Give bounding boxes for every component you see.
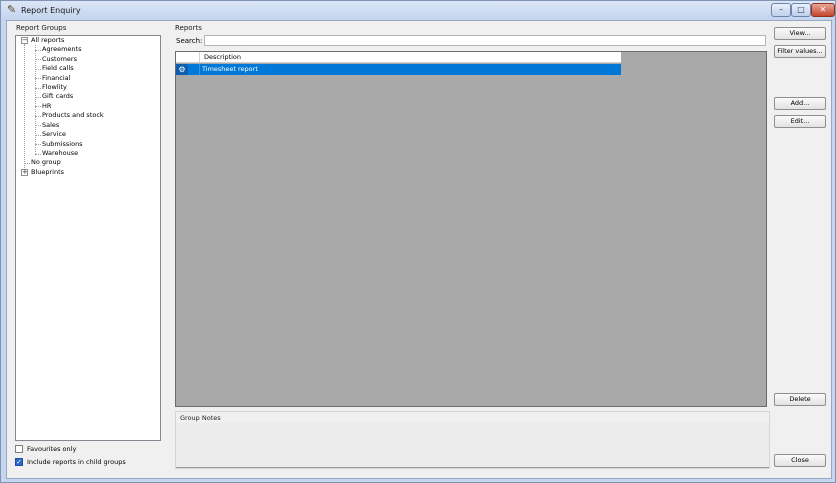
include-child-groups-label: Include reports in child groups — [27, 458, 126, 466]
tree-item-blueprints[interactable]: Blueprints — [31, 168, 64, 177]
tree-connector — [24, 44, 25, 172]
tree-connector — [35, 50, 41, 51]
delete-button[interactable]: Delete — [774, 393, 826, 406]
include-child-groups-checkbox[interactable]: ✓ — [15, 458, 23, 466]
add-button[interactable]: Add... — [774, 97, 826, 110]
table-row[interactable]: ⚙ Timesheet report — [176, 64, 621, 75]
tree-connector — [35, 69, 41, 70]
close-button[interactable]: Close — [774, 454, 826, 467]
favourites-only-label: Favourites only — [27, 445, 77, 453]
tree-item-gift-cards[interactable]: Gift cards — [42, 92, 73, 101]
tree-item-field-calls[interactable]: Field calls — [42, 64, 74, 73]
report-tool-icon: ✎ — [7, 3, 17, 16]
tree-connector — [35, 97, 41, 98]
row-cell[interactable] — [188, 64, 200, 75]
maximize-button[interactable]: □ — [791, 3, 811, 17]
tree-item-no-group[interactable]: No group — [31, 158, 61, 167]
tree-connector — [24, 163, 30, 164]
tree-item-agreements[interactable]: Agreements — [42, 45, 82, 54]
expand-collapse-icon[interactable]: + — [21, 169, 28, 176]
tree-connector — [35, 154, 41, 155]
view-button[interactable]: View... — [774, 27, 826, 40]
tree-item-flowlity[interactable]: Flowlity — [42, 83, 67, 92]
close-window-button[interactable]: ✕ — [811, 3, 835, 17]
report-groups-tree[interactable]: − All reports Agreements Customers Field… — [15, 35, 161, 441]
edit-button[interactable]: Edit... — [774, 115, 826, 128]
title-bar[interactable]: ✎ Report Enquiry – □ ✕ — [1, 1, 835, 20]
expand-collapse-icon[interactable]: − — [21, 37, 28, 44]
tree-connector — [35, 116, 41, 117]
group-notes-label: Group Notes — [180, 414, 221, 422]
window-title: Report Enquiry — [21, 6, 81, 15]
tree-connector — [35, 45, 36, 154]
tree-connector — [35, 106, 41, 107]
report-groups-label: Report Groups — [16, 24, 67, 32]
tree-connector — [35, 88, 41, 89]
filter-values-button[interactable]: Filter values... — [774, 45, 826, 58]
tree-item-warehouse[interactable]: Warehouse — [42, 149, 78, 158]
tree-connector — [35, 135, 41, 136]
tree-item-hr[interactable]: HR — [42, 102, 51, 111]
grid-header-corner — [176, 52, 200, 63]
tree-connector — [35, 59, 41, 60]
gear-icon: ⚙ — [176, 64, 188, 75]
grid-header: Description — [176, 52, 621, 63]
tree-item-submissions[interactable]: Submissions — [42, 140, 83, 149]
tree-item-sales[interactable]: Sales — [42, 121, 59, 130]
reports-grid[interactable]: Description ⚙ Timesheet report — [175, 51, 767, 407]
tree-item-all-reports[interactable]: All reports — [31, 36, 64, 45]
group-notes-panel: Group Notes — [175, 411, 770, 469]
reports-label: Reports — [175, 24, 202, 32]
tree-item-financial[interactable]: Financial — [42, 74, 70, 83]
favourites-only-checkbox[interactable] — [15, 445, 23, 453]
search-input[interactable] — [204, 35, 766, 46]
row-description[interactable]: Timesheet report — [202, 65, 258, 74]
tree-connector — [35, 144, 41, 145]
minimize-button[interactable]: – — [771, 3, 791, 17]
tree-item-customers[interactable]: Customers — [42, 55, 77, 64]
group-notes-box[interactable] — [176, 423, 769, 468]
column-header-description[interactable]: Description — [204, 53, 241, 62]
tree-item-service[interactable]: Service — [42, 130, 66, 139]
report-enquiry-window: ✎ Report Enquiry – □ ✕ Report Groups − A… — [0, 0, 836, 483]
tree-connector — [35, 78, 41, 79]
tree-connector — [35, 125, 41, 126]
tree-item-products-and-stock[interactable]: Products and stock — [42, 111, 104, 120]
window-client-area: Report Groups − All reports Agreements C… — [6, 20, 832, 479]
search-label: Search: — [176, 37, 203, 45]
